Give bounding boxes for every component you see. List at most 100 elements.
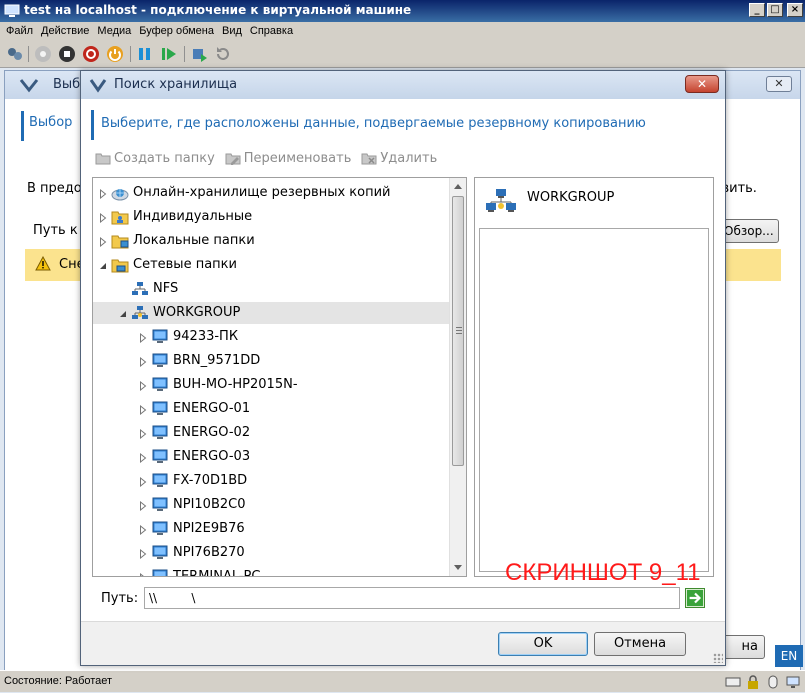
tree-item-label: WORKGROUP <box>153 305 241 320</box>
tree-expand-arrow-icon[interactable] <box>139 524 147 536</box>
rename-button[interactable]: Переименовать <box>225 149 351 167</box>
tree-collapse-arrow-icon[interactable] <box>119 308 127 318</box>
turn-off-icon[interactable] <box>58 45 76 63</box>
backup-wizard-close-button[interactable]: ✕ <box>766 76 792 92</box>
vm-title-bar: test на localhost - подключение к виртуа… <box>0 0 805 22</box>
tree-item-label: NPI2E9B76 <box>173 521 245 536</box>
detail-content-list[interactable] <box>479 228 709 572</box>
tree-item-label: FX-70D1BD <box>173 473 248 488</box>
maximize-button[interactable]: □ <box>767 3 783 17</box>
tree-expand-arrow-icon[interactable] <box>139 572 147 576</box>
computer-icon <box>151 329 169 345</box>
backup-wizard-text-left: В предо <box>27 181 82 196</box>
tree-expand-arrow-icon[interactable] <box>139 500 147 512</box>
tree-item-label: Онлайн-хранилище резервных копий <box>133 185 391 200</box>
tree-item[interactable]: ENERGO-02 <box>93 422 449 444</box>
snapshot-icon[interactable] <box>190 45 208 63</box>
tree-item[interactable]: ENERGO-01 <box>93 398 449 420</box>
resize-grip[interactable] <box>713 653 723 663</box>
menu-action[interactable]: Действие <box>39 25 95 37</box>
tree-item-label: ENERGO-02 <box>173 425 251 440</box>
tree-expand-arrow-icon[interactable] <box>139 548 147 560</box>
detail-pane: WORKGROUP <box>474 177 714 577</box>
tree-expand-arrow-icon[interactable] <box>99 212 107 224</box>
tree-item[interactable]: Онлайн-хранилище резервных копий <box>93 182 449 204</box>
menu-help[interactable]: Справка <box>248 25 299 37</box>
tree-item[interactable]: Сетевые папки <box>93 254 449 276</box>
tree-expand-arrow-icon[interactable] <box>139 428 147 440</box>
tree-item[interactable]: TERMINAL-PC <box>93 566 449 576</box>
tree-item[interactable]: BUH-MO-HP2015N- <box>93 374 449 396</box>
language-indicator[interactable]: EN <box>775 645 803 667</box>
minimize-button[interactable]: _ <box>749 3 765 17</box>
status-bar: Состояние: Работает <box>0 670 805 692</box>
tree-item[interactable]: NFS <box>93 278 449 300</box>
scroll-down-arrow[interactable] <box>454 565 462 570</box>
lock-icon <box>745 674 761 690</box>
tree-expand-arrow-icon[interactable] <box>139 356 147 368</box>
tree-scrollbar[interactable] <box>449 178 466 576</box>
ok-button[interactable]: OK <box>498 632 588 656</box>
ctrl-alt-del-icon[interactable] <box>6 45 24 63</box>
backup-wizard-path-label: Путь к <box>33 223 78 238</box>
create-folder-button[interactable]: Создать папку <box>95 149 215 167</box>
tree-item[interactable]: Локальные папки <box>93 230 449 252</box>
scroll-up-arrow[interactable] <box>454 184 462 189</box>
vm-toolbar <box>0 40 805 68</box>
delete-button[interactable]: Удалить <box>361 149 437 167</box>
tree-item[interactable]: BRN_9571DD <box>93 350 449 372</box>
dialog-close-button[interactable]: ✕ <box>685 75 719 93</box>
computer-icon <box>151 377 169 393</box>
tree-expand-arrow-icon[interactable] <box>139 404 147 416</box>
tree-item[interactable]: NPI10B2C0 <box>93 494 449 516</box>
tree-item[interactable]: FX-70D1BD <box>93 470 449 492</box>
tree-collapse-arrow-icon[interactable] <box>99 260 107 270</box>
tree-item-label: ENERGO-01 <box>173 401 251 416</box>
computer-icon <box>151 449 169 465</box>
tree-item[interactable]: NPI76B270 <box>93 542 449 564</box>
path-input[interactable] <box>144 587 680 609</box>
revert-icon[interactable] <box>214 45 232 63</box>
tree-expand-arrow-icon[interactable] <box>99 188 107 200</box>
resume-icon[interactable] <box>160 45 178 63</box>
menu-view[interactable]: Вид <box>220 25 248 37</box>
vm-connection-icon <box>4 4 20 17</box>
menu-media[interactable]: Медиа <box>95 25 137 37</box>
power-icon[interactable] <box>106 45 124 63</box>
computer-icon <box>151 545 169 561</box>
shutdown-icon[interactable] <box>82 45 100 63</box>
tree-item-label: BUH-MO-HP2015N- <box>173 377 298 392</box>
browse-button[interactable]: Обзор... <box>723 219 779 243</box>
app-logo-icon <box>89 79 107 93</box>
tree-item[interactable]: NPI2E9B76 <box>93 518 449 540</box>
tree-item[interactable]: Индивидуальные <box>93 206 449 228</box>
detail-title: WORKGROUP <box>527 190 615 205</box>
backup-wizard-section: Выбор <box>29 115 73 130</box>
network-folder-icon <box>111 257 129 273</box>
tree-expand-arrow-icon[interactable] <box>139 476 147 488</box>
cancel-button[interactable]: Отмена <box>594 632 686 656</box>
tree-item[interactable]: WORKGROUP <box>93 302 449 324</box>
menu-clipboard[interactable]: Буфер обмена <box>137 25 220 37</box>
tree-expand-arrow-icon[interactable] <box>139 452 147 464</box>
tree-expand-arrow-icon[interactable] <box>139 332 147 344</box>
computer-icon <box>151 569 169 576</box>
tree-item[interactable]: ENERGO-03 <box>93 446 449 468</box>
tree-expand-arrow-icon[interactable] <box>99 236 107 248</box>
mouse-icon <box>765 674 781 690</box>
computer-icon <box>151 425 169 441</box>
go-arrow-icon <box>686 589 704 607</box>
go-button[interactable] <box>685 588 705 608</box>
close-button[interactable]: × <box>787 3 803 17</box>
storage-tree[interactable]: Онлайн-хранилище резервных копий Индивиду… <box>92 177 467 577</box>
storage-search-dialog: Поиск хранилища ✕ Выберите, где располож… <box>80 70 726 666</box>
tree-item-label: NFS <box>153 281 179 296</box>
pause-icon[interactable] <box>136 45 154 63</box>
start-icon[interactable] <box>34 45 52 63</box>
tree-expand-arrow-icon[interactable] <box>139 380 147 392</box>
computer-icon <box>151 401 169 417</box>
scroll-thumb[interactable] <box>452 196 464 466</box>
workgroup-icon <box>486 189 516 212</box>
tree-item[interactable]: 94233-ПК <box>93 326 449 348</box>
menu-file[interactable]: Файл <box>4 25 39 37</box>
